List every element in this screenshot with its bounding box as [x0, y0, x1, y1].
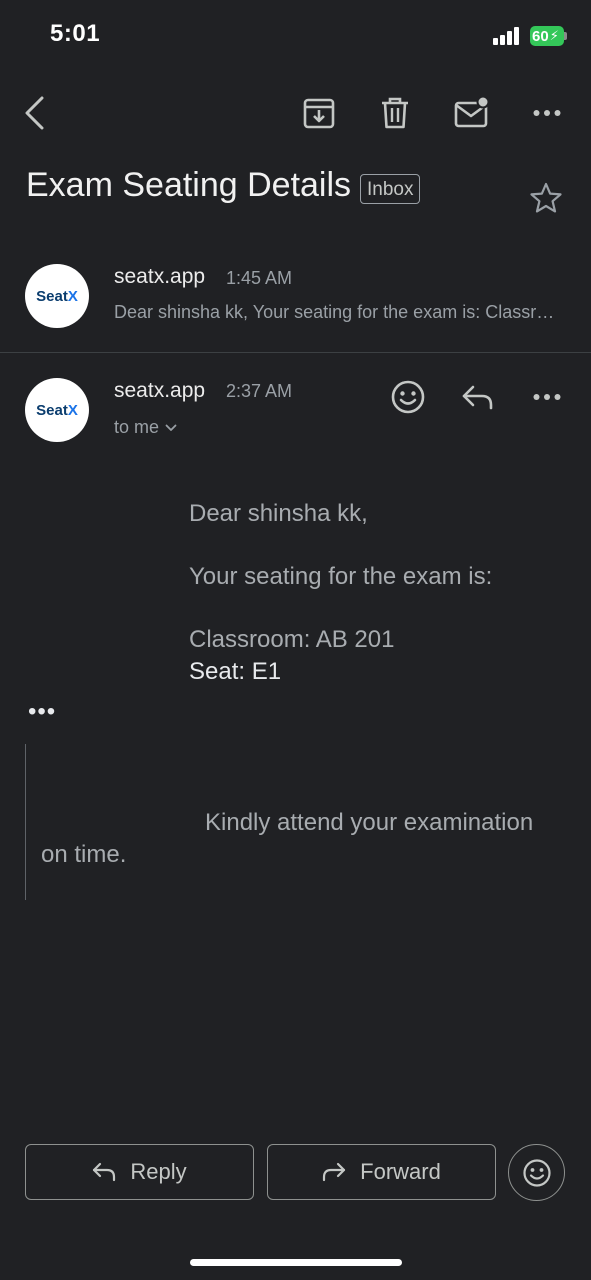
- charging-bolt-icon: ⚡: [549, 28, 559, 43]
- recipient-label: to me: [114, 417, 160, 437]
- avatar-logo-text: Seat: [36, 287, 68, 305]
- more-options-button[interactable]: [533, 106, 561, 120]
- quoted-text-line: Kindly attend your examination: [205, 809, 534, 836]
- forward-button[interactable]: Forward: [267, 1144, 496, 1200]
- body-greeting: Dear shinsha kk,: [189, 500, 368, 527]
- trash-icon: [382, 97, 408, 129]
- quoted-text-line: on time.: [41, 841, 127, 868]
- reply-icon: [93, 1162, 116, 1182]
- sender-avatar: Seat X: [25, 378, 89, 442]
- emoji-icon: [522, 1158, 551, 1187]
- recipient-toggle[interactable]: to me: [114, 417, 177, 438]
- cellular-signal-icon: [493, 27, 521, 45]
- message-more-button[interactable]: [533, 390, 561, 404]
- back-button[interactable]: [22, 96, 50, 130]
- message-time: 2:37 AM: [226, 381, 293, 401]
- body-classroom: Classroom: AB 201: [189, 626, 395, 653]
- avatar-logo-text: Seat: [36, 401, 68, 419]
- message-time: 1:45 AM: [226, 268, 293, 288]
- email-subject: Exam Seating Details: [26, 166, 352, 204]
- chevron-down-icon: [165, 424, 177, 431]
- quote-bar: [25, 744, 26, 900]
- emoji-reaction-button[interactable]: [508, 1144, 565, 1201]
- inbox-label-chip[interactable]: Inbox: [360, 174, 421, 204]
- star-icon: [530, 182, 562, 213]
- mark-unread-button[interactable]: [454, 96, 490, 130]
- status-time: 5:01: [50, 20, 101, 47]
- emoji-icon: [391, 380, 425, 414]
- sender-name: seatx.app: [114, 379, 206, 402]
- archive-button[interactable]: [303, 96, 335, 130]
- reply-button[interactable]: Reply: [25, 1144, 254, 1200]
- home-indicator[interactable]: [190, 1259, 402, 1266]
- more-horizontal-icon: [533, 110, 561, 116]
- battery-indicator: 60 ⚡: [530, 26, 564, 46]
- avatar-logo-accent: X: [67, 287, 78, 305]
- collapsed-message[interactable]: [0, 256, 591, 346]
- mail-unread-icon: [454, 96, 490, 128]
- chevron-left-icon: [25, 96, 44, 130]
- delete-button[interactable]: [381, 96, 409, 130]
- react-button[interactable]: [390, 379, 426, 415]
- sender-avatar: Seat X: [25, 264, 89, 328]
- forward-icon: [323, 1162, 346, 1182]
- archive-icon: [303, 98, 335, 129]
- sender-name: seatx.app: [114, 265, 206, 288]
- battery-level: 60: [532, 27, 549, 45]
- reply-icon-button[interactable]: [462, 384, 494, 410]
- reply-icon: [462, 385, 493, 410]
- battery-cap: [564, 32, 567, 40]
- more-horizontal-icon: [533, 394, 561, 400]
- forward-button-label: Forward: [360, 1159, 441, 1184]
- body-seat: Seat: E1: [189, 658, 282, 685]
- reply-button-label: Reply: [130, 1159, 187, 1184]
- message-divider: [0, 352, 591, 353]
- avatar-logo-accent: X: [67, 401, 78, 419]
- star-button[interactable]: [530, 182, 562, 214]
- body-intro: Your seating for the exam is:: [189, 563, 493, 590]
- show-trimmed-content-button[interactable]: •••: [28, 700, 56, 724]
- message-snippet: Dear shinsha kk, Your seating for the ex…: [114, 302, 564, 322]
